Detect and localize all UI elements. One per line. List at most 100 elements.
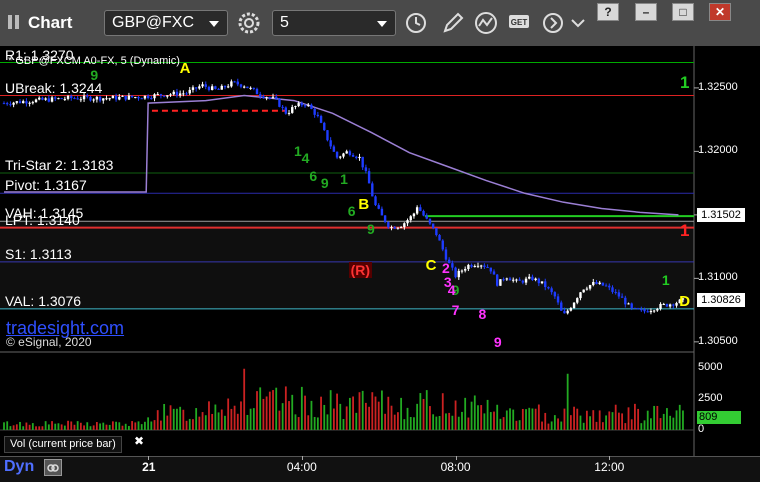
signal-marker: (R) xyxy=(348,261,373,278)
right-flag-marker: 1 xyxy=(680,221,690,241)
candle-body xyxy=(50,97,54,102)
more-icon[interactable] xyxy=(570,10,598,36)
volume-bar xyxy=(483,413,486,430)
candle-body xyxy=(191,87,195,90)
volume-bar xyxy=(336,393,338,430)
candle-body xyxy=(18,101,22,104)
volume-bar xyxy=(406,407,409,430)
volume-bar xyxy=(537,404,540,430)
interval-select[interactable]: 5 xyxy=(272,10,396,36)
volume-bar xyxy=(140,424,143,430)
candle-body xyxy=(194,87,198,89)
volume-bar xyxy=(416,403,419,430)
volume-bar xyxy=(326,414,329,430)
candle-body xyxy=(239,84,243,87)
candle-body xyxy=(226,86,230,88)
volume-bar xyxy=(627,407,630,430)
candle-body xyxy=(236,81,239,85)
link-icon[interactable] xyxy=(44,459,62,476)
candle-body xyxy=(54,97,57,99)
volume-bar xyxy=(172,408,175,430)
volume-bar xyxy=(217,412,220,430)
candle-body xyxy=(640,309,643,311)
interval-value: 5 xyxy=(280,14,289,31)
volume-bar xyxy=(557,418,559,430)
minimize-button[interactable]: – xyxy=(635,3,657,21)
get-data-icon[interactable]: GET xyxy=(506,10,534,36)
candle-body xyxy=(268,97,272,99)
candle-body xyxy=(233,81,236,83)
candle-body xyxy=(371,183,374,197)
dynamic-label[interactable]: Dyn xyxy=(4,458,34,476)
drag-grip-icon[interactable] xyxy=(8,15,22,29)
volume-tick-label: 0 xyxy=(698,423,705,435)
gear-icon[interactable] xyxy=(235,10,263,36)
candle-body xyxy=(668,304,672,307)
volume-bar xyxy=(608,411,611,430)
maximize-button[interactable]: □ xyxy=(672,3,694,21)
volume-bar xyxy=(12,425,15,430)
symbol-select[interactable]: GBP@FXC xyxy=(104,10,228,36)
volume-bar xyxy=(666,408,668,430)
candle-body xyxy=(303,105,307,107)
volume-bar xyxy=(230,408,233,430)
volume-bar xyxy=(51,421,53,430)
volume-bar xyxy=(618,412,620,430)
candle-body xyxy=(665,303,669,307)
volume-bar xyxy=(486,399,489,430)
candle-body xyxy=(444,249,448,260)
volume-bar xyxy=(352,396,354,430)
refresh-icon[interactable] xyxy=(540,10,568,36)
candle-body xyxy=(319,116,323,123)
candle-body xyxy=(70,95,73,99)
price-chart[interactable] xyxy=(0,46,760,456)
pencil-icon[interactable] xyxy=(439,10,467,36)
volume-bar xyxy=(448,412,451,430)
candle-body xyxy=(399,227,403,229)
volume-bar xyxy=(464,397,467,430)
study-icon[interactable] xyxy=(473,10,501,36)
volume-bar xyxy=(166,415,169,430)
volume-bar xyxy=(224,415,226,430)
svg-text:GET: GET xyxy=(511,18,528,27)
close-pane-icon[interactable]: ✖ xyxy=(134,434,144,448)
close-button[interactable]: ✕ xyxy=(709,3,731,21)
volume-bar xyxy=(432,414,435,430)
time-tick-label: 04:00 xyxy=(286,460,317,474)
candle-body xyxy=(124,95,127,100)
volume-bar xyxy=(409,417,412,430)
volume-bar xyxy=(502,417,505,430)
annotation-label: B xyxy=(358,195,370,213)
help-button[interactable]: ? xyxy=(597,3,619,21)
volume-tick-label: 5000 xyxy=(698,360,723,373)
candle-body xyxy=(355,156,358,159)
volume-bar xyxy=(566,373,569,430)
current-price-badge: 1.30826 xyxy=(697,293,745,308)
volume-bar xyxy=(76,421,79,430)
candle-body xyxy=(259,94,262,97)
volume-bar xyxy=(19,421,21,430)
volume-bar xyxy=(525,409,527,430)
annotation-label: D xyxy=(679,293,691,311)
volume-bar xyxy=(544,412,547,430)
volume-bar xyxy=(121,425,124,430)
volume-bar xyxy=(656,405,659,430)
candle-body xyxy=(588,285,592,289)
volume-bar xyxy=(429,406,431,430)
candle-body xyxy=(374,196,377,206)
volume-bar xyxy=(294,414,297,430)
volume-bar xyxy=(521,408,524,430)
volume-bar xyxy=(70,421,73,430)
volume-bar xyxy=(188,418,191,430)
candle-body xyxy=(323,122,326,131)
setup-count-green: 1 xyxy=(340,171,348,188)
volume-bar xyxy=(579,415,582,430)
candle-body xyxy=(281,106,284,108)
level-label-tristar: Tri-Star 2: 1.3183 xyxy=(5,156,114,173)
candle-body xyxy=(146,95,150,99)
candle-body xyxy=(297,103,300,107)
clock-icon[interactable] xyxy=(402,10,430,36)
volume-bar xyxy=(262,398,265,430)
candle-body xyxy=(41,97,44,100)
volume-bar xyxy=(377,401,380,430)
